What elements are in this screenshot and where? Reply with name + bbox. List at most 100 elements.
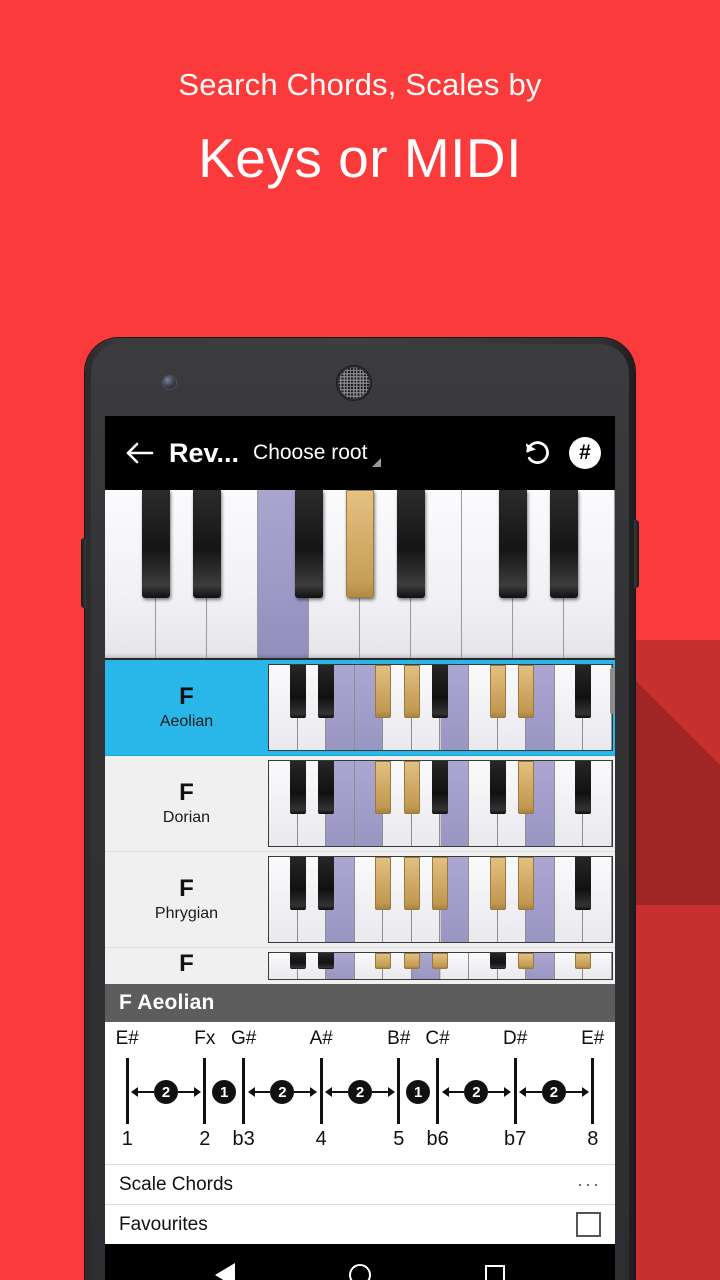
nav-recents-button[interactable] [473, 1253, 517, 1280]
promo-banner: Search Chords, Scales by Keys or MIDI [0, 0, 720, 189]
scale-note-name: E# [581, 1028, 605, 1049]
piano-black-key[interactable] [141, 490, 171, 598]
arrow-left-icon [247, 1087, 255, 1097]
scale-row-mini-keyboard[interactable] [268, 760, 613, 847]
mini-black-key[interactable] [575, 857, 592, 910]
scale-list-row[interactable]: F Dorian [105, 756, 615, 852]
piano-black-key[interactable] [498, 490, 528, 598]
mini-black-key[interactable] [318, 953, 335, 970]
mini-black-key[interactable] [403, 857, 420, 910]
mini-black-key[interactable] [375, 953, 392, 970]
mini-black-key[interactable] [489, 665, 506, 718]
piano-black-key[interactable] [396, 490, 426, 598]
front-camera-icon [163, 376, 176, 389]
scale-degree-label: 8 [587, 1128, 599, 1150]
scale-list-row[interactable]: F Phrygian [105, 852, 615, 948]
piano-black-key[interactable] [345, 490, 375, 598]
scale-detail-header: F Aeolian [105, 984, 615, 1022]
piano-black-key[interactable] [294, 490, 324, 598]
favourites-label: Favourites [119, 1213, 208, 1235]
mini-black-key[interactable] [289, 953, 306, 970]
mini-black-key[interactable] [375, 857, 392, 910]
mini-black-key[interactable] [432, 857, 449, 910]
mini-black-key[interactable] [575, 761, 592, 814]
interval-value-badge: 1 [212, 1080, 237, 1104]
mini-black-key[interactable] [289, 857, 306, 910]
scale-row-label: F Aeolian [105, 660, 268, 755]
mini-black-key[interactable] [375, 665, 392, 718]
mini-black-key[interactable] [489, 953, 506, 970]
scale-note-names-row: E# Fx G# A# B# C# D# E# [115, 1028, 605, 1054]
favourites-row[interactable]: Favourites [105, 1204, 615, 1244]
earpiece-speaker-icon [337, 366, 371, 400]
phone-device-frame: Rev... Choose root # F Aeolian F Dorian F Phr… [81, 338, 639, 1280]
mini-black-key[interactable] [518, 857, 535, 910]
scale-row-mini-keyboard[interactable] [268, 664, 613, 751]
overflow-menu-icon[interactable]: ··· [577, 1174, 601, 1195]
piano-black-key[interactable] [192, 490, 222, 598]
mini-black-key[interactable] [575, 953, 592, 970]
mini-black-key[interactable] [403, 665, 420, 718]
scale-chords-row[interactable]: Scale Chords ··· [105, 1164, 615, 1204]
mini-black-key[interactable] [403, 953, 420, 970]
arrow-right-icon [387, 1087, 395, 1097]
scale-row-mini-keyboard[interactable] [268, 952, 613, 980]
scale-degree-tick [125, 1058, 129, 1124]
mini-black-key[interactable] [403, 761, 420, 814]
mini-black-key[interactable] [318, 665, 335, 718]
scale-list-row[interactable]: F [105, 948, 615, 984]
triangle-back-icon [214, 1263, 235, 1280]
interval-line [178, 1090, 194, 1094]
scale-degree-label: 4 [315, 1128, 327, 1150]
piano-black-key[interactable] [549, 490, 579, 598]
mini-black-key[interactable] [518, 665, 535, 718]
list-scrollbar[interactable] [610, 668, 615, 714]
sharp-flat-toggle-button[interactable]: # [569, 437, 601, 469]
rotate-ccw-icon [525, 441, 549, 464]
nav-home-button[interactable] [338, 1253, 382, 1280]
scale-row-mini-keyboard[interactable] [268, 856, 613, 943]
mini-black-key[interactable] [432, 665, 449, 718]
volume-button[interactable] [634, 520, 639, 588]
scale-row-root: F [179, 682, 194, 710]
reset-button[interactable] [515, 431, 559, 475]
scale-interval-marker: 2 [325, 1080, 395, 1104]
interval-line [332, 1090, 348, 1094]
arrow-right-icon [310, 1087, 318, 1097]
power-button[interactable] [81, 538, 86, 608]
mini-black-key[interactable] [575, 665, 592, 718]
favourites-checkbox[interactable] [576, 1212, 601, 1237]
mini-black-key[interactable] [518, 953, 535, 970]
mini-black-key[interactable] [489, 857, 506, 910]
scale-degree-label: 2 [199, 1128, 211, 1150]
mini-black-key[interactable] [318, 761, 335, 814]
scale-interval-diagram: E# Fx G# A# B# C# D# E# 2 1 2 2 1 2 2 1 2 b3 4 5 b6 b7 8 [105, 1022, 615, 1164]
page-title: Rev... [169, 437, 240, 468]
main-piano-keyboard[interactable] [105, 490, 615, 660]
mini-black-key[interactable] [289, 761, 306, 814]
scale-interval-marker: 1 [209, 1080, 240, 1104]
back-button[interactable] [119, 432, 161, 474]
mini-black-key[interactable] [318, 857, 335, 910]
circle-home-icon [348, 1264, 371, 1280]
scale-degree-tick [397, 1058, 401, 1124]
scale-row-mode: Aeolian [159, 713, 214, 731]
mini-black-key[interactable] [489, 761, 506, 814]
scale-degree-tick [513, 1058, 517, 1124]
nav-back-button[interactable] [203, 1253, 247, 1280]
scale-row-label: F Dorian [105, 756, 268, 851]
mini-black-key[interactable] [432, 953, 449, 970]
scale-degree-label: b6 [426, 1128, 449, 1150]
interval-value-badge: 2 [348, 1080, 372, 1104]
scale-results-list[interactable]: F Aeolian F Dorian F Phrygian F [105, 660, 615, 984]
root-note-spinner[interactable]: Choose root [253, 441, 382, 467]
mini-black-key[interactable] [375, 761, 392, 814]
mini-black-key[interactable] [518, 761, 535, 814]
chevron-down-icon [372, 458, 382, 467]
scale-row-mode: Phrygian [154, 905, 219, 923]
interval-value-badge: 2 [154, 1080, 179, 1104]
mini-black-key[interactable] [289, 665, 306, 718]
scale-list-row[interactable]: F Aeolian [105, 660, 615, 756]
phone-screen: Rev... Choose root # F Aeolian F Dorian F Phr… [105, 416, 615, 1280]
mini-black-key[interactable] [432, 761, 449, 814]
